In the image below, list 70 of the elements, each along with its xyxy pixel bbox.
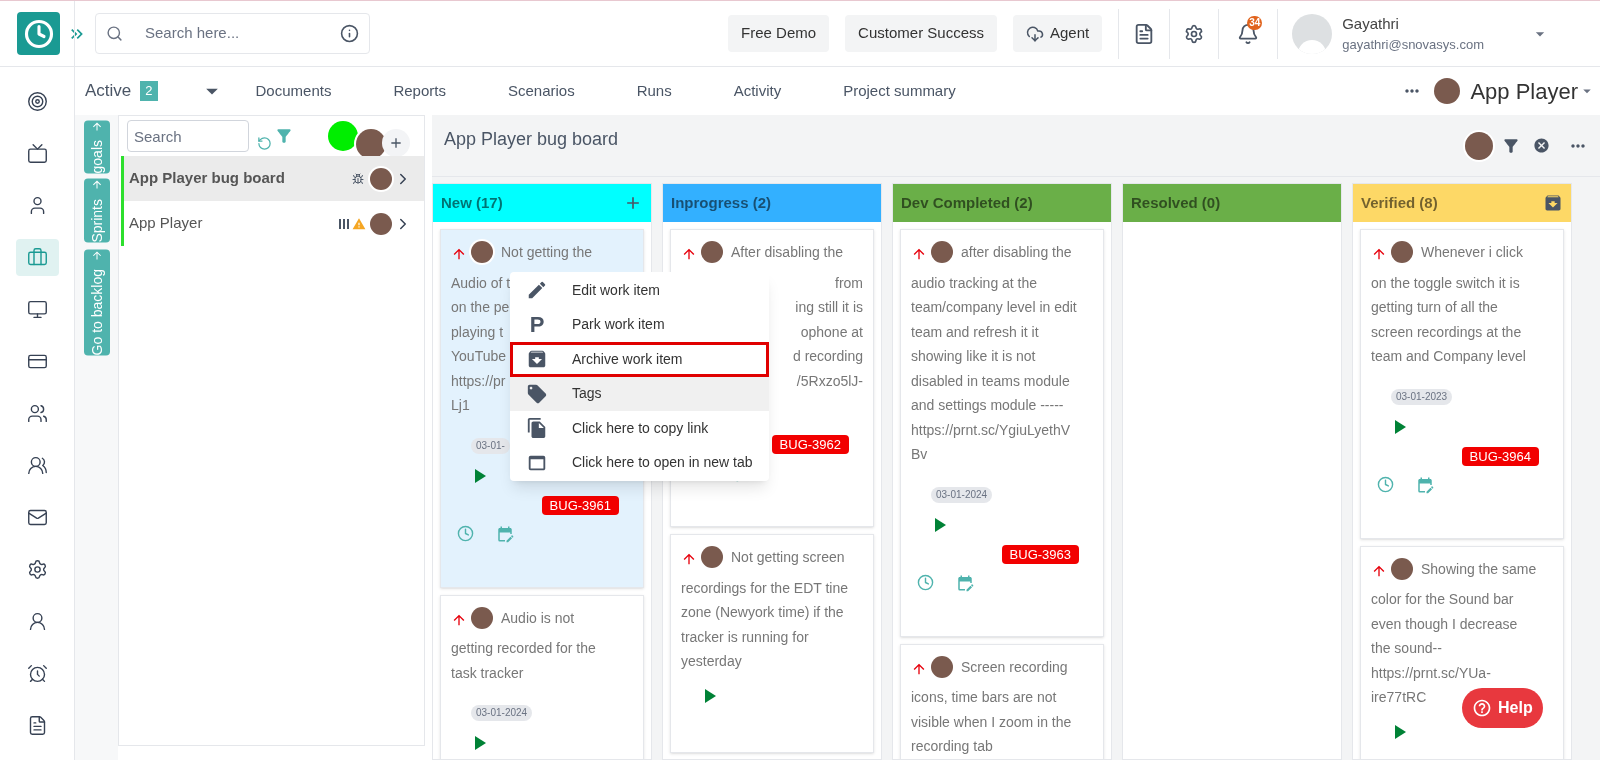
card-text-fragment: /5Rxzo5lJ-: [796, 371, 863, 391]
card-text-fragment: YouTube: [451, 347, 506, 366]
card-text-line: getting turn of all the: [1371, 298, 1498, 317]
card-text-fragment: ophone at: [800, 322, 863, 342]
card-text-line: https://prnt.sc/YUa-: [1371, 663, 1491, 683]
bug-tag: BUG-3964: [1461, 446, 1539, 466]
card-text-line: zone (Newyork time) if the: [681, 603, 844, 622]
card-text-line: team/company level in edit: [911, 298, 1077, 317]
card-text-line: getting recorded for the: [451, 639, 596, 658]
card-text-line: screen recordings at the: [1371, 322, 1522, 342]
card-text-line: on the toggle switch it is: [1371, 273, 1520, 293]
card-text-fragment: on the pe: [451, 298, 510, 317]
card-text-fragment: ing still it is: [795, 298, 863, 317]
bug-tag: BUG-3963: [1001, 544, 1079, 564]
card-text-line: Whenever i click: [1421, 243, 1523, 262]
board-title: App Player bug board: [444, 128, 620, 151]
card-text-line: and settings module -----: [911, 396, 1064, 415]
card-text-line: https://prnt.sc/YgiuLyethV: [911, 420, 1070, 440]
menu-item-label: Tags: [572, 384, 602, 404]
card-text-line: the sound--: [1371, 639, 1442, 658]
card-text-line: team and refresh it it: [911, 322, 1039, 342]
user-email: gayathri@snovasys.com: [1342, 36, 1484, 54]
card-text-fragment: After disabling the: [731, 243, 844, 262]
park-glyph: P: [528, 311, 546, 340]
card-text-fragment: d recording: [792, 347, 863, 366]
status-label: Active: [85, 80, 132, 103]
user-name: Gayathri: [1342, 13, 1400, 34]
column-title: New (17): [441, 192, 504, 213]
card-text-line: Screen recording: [961, 657, 1068, 677]
date-chip: 03-01-2024: [931, 486, 993, 503]
card-text-line: visible when I zoom in the: [911, 712, 1072, 732]
card-text-fragment: Not getting the: [501, 243, 593, 262]
column-title: Inprogress (2): [671, 192, 773, 213]
card-text-line: tracker is running for: [681, 627, 809, 647]
card-text-line: Bv: [911, 445, 928, 464]
card-text-line: audio tracking at the: [911, 273, 1038, 293]
card-text-line: task tracker: [451, 663, 524, 683]
menu-item-label: Park work item: [572, 315, 665, 335]
menu-item-label: Edit work item: [572, 280, 660, 300]
bug-tag: BUG-3962: [771, 435, 849, 454]
card-text-line: Audio is not: [501, 608, 575, 628]
card-text-line: after disabling the: [961, 243, 1072, 262]
card-text-line: yesterday: [681, 652, 742, 671]
column-title: Verified (8): [1361, 192, 1439, 213]
board-name: App Player bug board: [129, 168, 286, 189]
board-name: App Player: [129, 213, 204, 234]
card-text-line: team and Company level: [1371, 347, 1526, 366]
card-text-line: color for the Sound bar: [1371, 590, 1514, 609]
card-text-line: icons, time bars are not: [911, 688, 1057, 707]
column-title: Resolved (0): [1131, 192, 1222, 213]
count-badge: 2: [140, 81, 158, 101]
card-text-line: Not getting screen: [731, 548, 845, 567]
card-text-fragment: Audio of t: [451, 273, 511, 293]
card-text-fragment: Lj1: [451, 396, 470, 415]
card-text-line: recording tab: [911, 737, 993, 756]
card-text-line: disabled in teams module: [911, 371, 1070, 391]
notification-count: 34: [1247, 15, 1263, 30]
card-text-line: showing like it is not: [911, 347, 1036, 366]
date-chip: 03-01-: [471, 437, 510, 454]
date-chip: 03-01-2023: [1391, 388, 1453, 405]
card-text-line: Showing the same: [1421, 559, 1537, 579]
card-text-fragment: from: [835, 273, 863, 293]
card-text-fragment: https://pr: [451, 371, 506, 391]
column-title: Dev Completed (2): [901, 192, 1034, 213]
date-chip: 03-01-2024: [471, 705, 533, 721]
card-text-fragment: playing t: [451, 322, 504, 342]
bug-tag: BUG-3961: [541, 495, 619, 515]
card-text-line: ire77tRC: [1371, 688, 1427, 707]
card-text-line: recordings for the EDT tine: [681, 578, 849, 598]
card-text-line: even though I decrease: [1371, 614, 1518, 634]
